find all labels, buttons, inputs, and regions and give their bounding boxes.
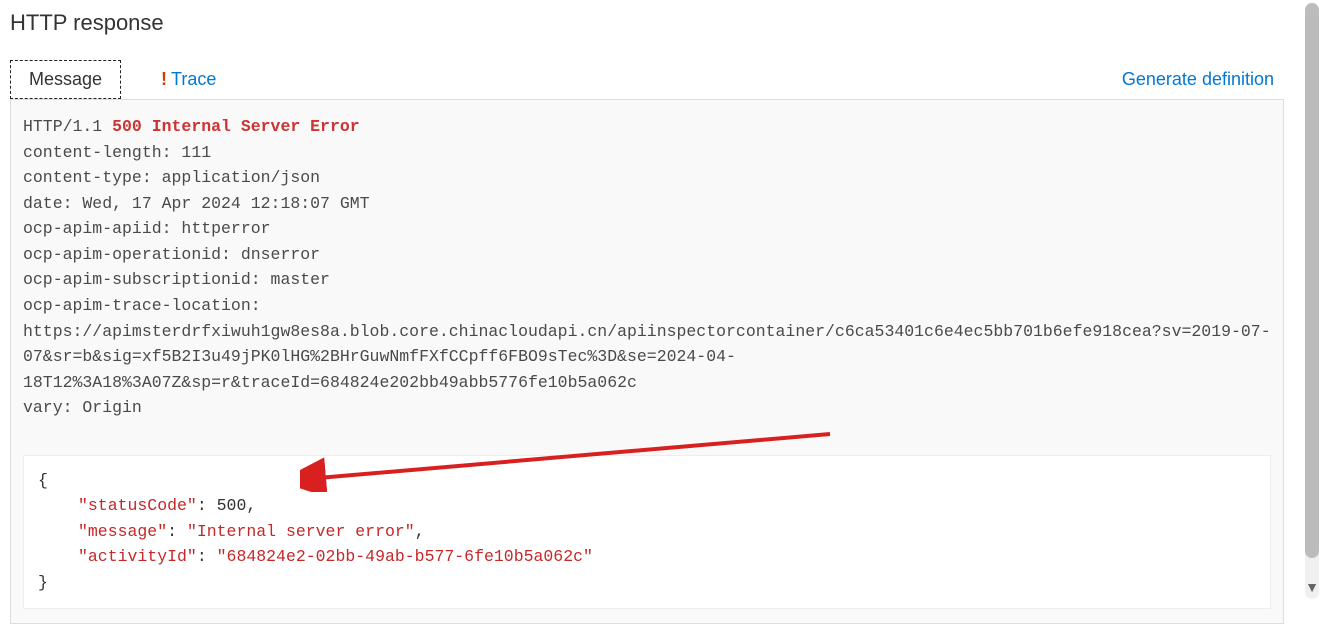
json-val-activityid: "684824e2-02bb-49ab-b577-6fe10b5a062c"	[217, 547, 593, 566]
scrollbar-down-arrow[interactable]: ▼	[1303, 579, 1321, 593]
panel-title: HTTP response	[10, 10, 1284, 36]
header-date: date: Wed, 17 Apr 2024 12:18:07 GMT	[23, 191, 1271, 217]
json-key-message: "message"	[78, 522, 167, 541]
tab-trace[interactable]: ! Trace	[143, 61, 234, 98]
header-content-length: content-length: 111	[23, 140, 1271, 166]
json-close-brace: }	[38, 573, 48, 592]
header-trace-location: ocp-apim-trace-location: https://apimste…	[23, 293, 1271, 395]
tab-message-label: Message	[29, 69, 102, 89]
response-body-json: { "statusCode": 500, "message": "Interna…	[23, 455, 1271, 609]
generate-definition-label: Generate definition	[1122, 69, 1274, 89]
header-operationid: ocp-apim-operationid: dnserror	[23, 242, 1271, 268]
response-box: HTTP/1.1 500 Internal Server Error conte…	[10, 99, 1284, 624]
json-key-statuscode: "statusCode"	[78, 496, 197, 515]
tab-row: Message ! Trace Generate definition	[10, 60, 1284, 100]
http-status: 500 Internal Server Error	[112, 117, 360, 136]
header-apiid: ocp-apim-apiid: httperror	[23, 216, 1271, 242]
warning-icon: !	[161, 69, 167, 90]
json-val-message: "Internal server error"	[187, 522, 415, 541]
header-vary: vary: Origin	[23, 395, 1271, 421]
header-content-type: content-type: application/json	[23, 165, 1271, 191]
tab-trace-label: Trace	[171, 69, 216, 90]
json-val-statuscode: 500	[217, 496, 247, 515]
tab-message[interactable]: Message	[10, 60, 121, 99]
tabs-left: Message ! Trace	[10, 60, 234, 99]
http-headers: HTTP/1.1 500 Internal Server Error conte…	[23, 114, 1271, 421]
header-subscriptionid: ocp-apim-subscriptionid: master	[23, 267, 1271, 293]
http-status-line: HTTP/1.1 500 Internal Server Error	[23, 114, 1271, 140]
scrollbar-thumb[interactable]	[1305, 3, 1319, 558]
json-open-brace: {	[38, 471, 48, 490]
http-response-panel: HTTP response Message ! Trace Generate d…	[0, 0, 1296, 634]
generate-definition-link[interactable]: Generate definition	[1122, 69, 1284, 90]
http-protocol: HTTP/1.1	[23, 117, 112, 136]
json-key-activityid: "activityId"	[78, 547, 197, 566]
